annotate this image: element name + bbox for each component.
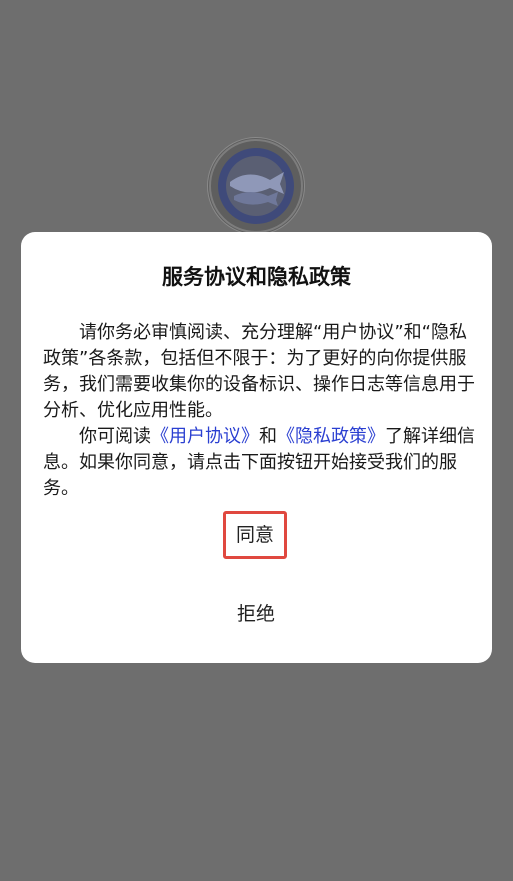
links-paragraph: 你可阅读《用户协议》和《隐私政策》了解详细信息。如果你同意，请点击下面按钮开始接… (43, 424, 475, 502)
privacy-dialog: 服务协议和隐私政策 请你务必审慎阅读、充分理解“用户协议”和“隐私政策”各条款，… (21, 232, 492, 663)
agree-button[interactable]: 同意 (223, 511, 287, 559)
terms-paragraph: 请你务必审慎阅读、充分理解“用户协议”和“隐私政策”各条款，包括但不限于：为了更… (43, 322, 475, 421)
user-agreement-link[interactable]: 《用户协议》 (151, 426, 259, 447)
links-and: 和 (259, 426, 277, 447)
fish-logo-icon (209, 139, 303, 233)
dialog-title: 服务协议和隐私政策 (162, 265, 351, 289)
links-prefix: 你可阅读 (79, 426, 151, 447)
privacy-policy-link[interactable]: 《隐私政策》 (277, 426, 385, 447)
dialog-body: 请你务必审慎阅读、充分理解“用户协议”和“隐私政策”各条款，包括但不限于：为了更… (43, 320, 475, 502)
app-logo (208, 138, 304, 234)
reject-button[interactable]: 拒绝 (216, 596, 296, 632)
